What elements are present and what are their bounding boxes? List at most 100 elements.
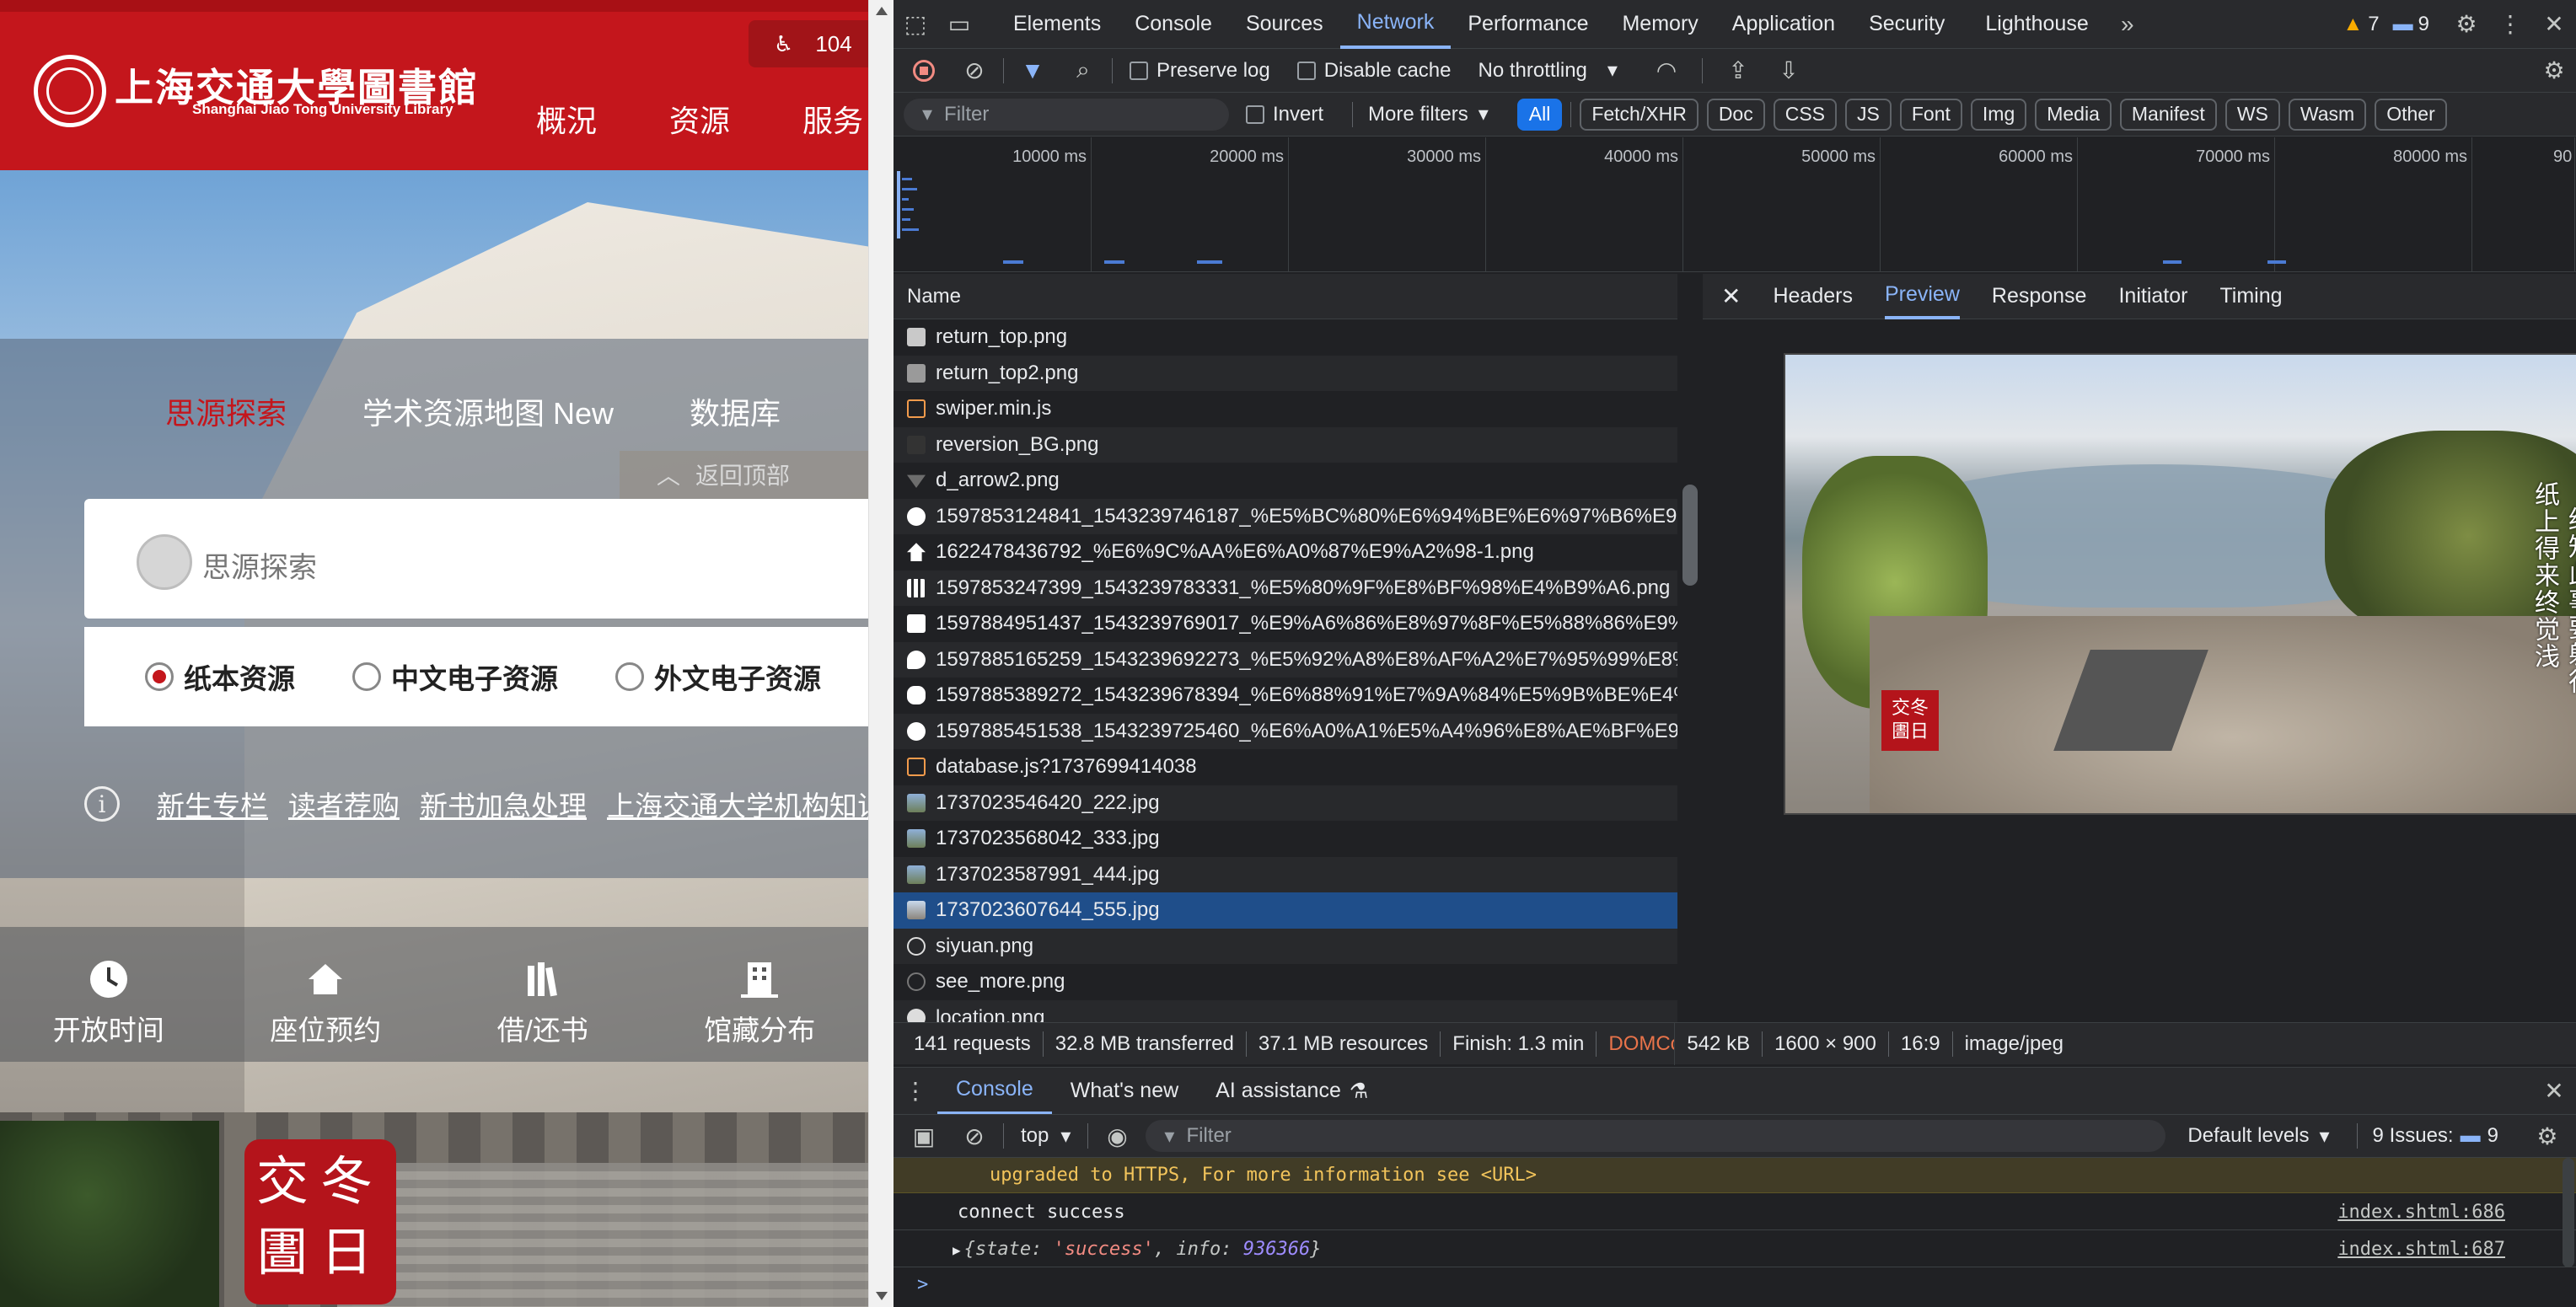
link-freshman[interactable]: 新生专栏 <box>157 784 268 824</box>
nav-resources[interactable]: 资源 <box>669 97 730 141</box>
clear-icon[interactable]: ⊘ <box>953 49 996 93</box>
quick-seat-booking[interactable]: 座位预约 <box>217 927 435 1062</box>
more-options-icon[interactable]: ⋮ <box>2488 3 2532 46</box>
messages-counter[interactable]: ▬ 9 <box>2393 13 2429 36</box>
request-row[interactable]: see_more.png <box>894 964 1702 1000</box>
winter-day-seal[interactable]: 交冬 圕日 <box>244 1139 396 1304</box>
tab-siyuan-explore[interactable]: 思源探索 <box>165 389 287 433</box>
library-name-en[interactable]: Shanghai Jiao Tong University Library <box>192 101 453 118</box>
tab-elements[interactable]: Elements <box>996 0 1118 49</box>
log-source-link[interactable]: index.shtml:687 <box>2337 1239 2505 1260</box>
import-har-icon[interactable]: ⇪ <box>1716 49 1760 93</box>
quick-borrow-return[interactable]: 借/还书 <box>434 927 652 1062</box>
request-row[interactable]: return_top2.png <box>894 355 1702 391</box>
request-row[interactable]: 1597853247399_1543239783331_%E5%80%9F%E8… <box>894 570 1702 606</box>
request-row[interactable]: reversion_BG.png <box>894 426 1702 463</box>
close-detail-icon[interactable]: ✕ <box>1721 282 1741 310</box>
scroll-up-arrow-icon[interactable] <box>876 7 888 15</box>
request-row[interactable]: swiper.min.js <box>894 391 1702 427</box>
tab-security[interactable]: Security <box>1852 0 1962 49</box>
request-row[interactable]: 1737023568042_333.jpg <box>894 821 1702 857</box>
drawer-tab-console[interactable]: Console <box>937 1068 1052 1115</box>
type-filter-other[interactable]: Other <box>2375 98 2447 131</box>
link-urgent-books[interactable]: 新书加急处理 <box>420 784 587 824</box>
nav-overview[interactable]: 概況 <box>536 97 597 141</box>
link-recommend[interactable]: 读者荐购 <box>288 784 400 824</box>
quick-collection-map[interactable]: 馆藏分布 <box>652 927 869 1062</box>
type-filter-img[interactable]: Img <box>1970 98 2027 131</box>
drawer-menu-icon[interactable]: ⋮ <box>894 1069 937 1113</box>
type-filter-css[interactable]: CSS <box>1773 98 1838 131</box>
device-toolbar-icon[interactable]: ▭ <box>937 3 981 46</box>
sidebar-toggle-icon[interactable]: ▣ <box>902 1114 946 1158</box>
back-to-top-button[interactable]: ︿ 返回顶部 <box>620 451 868 501</box>
more-tabs-icon[interactable]: » <box>2106 3 2149 46</box>
clear-console-icon[interactable]: ⊘ <box>953 1114 996 1158</box>
record-stop-icon[interactable] <box>902 49 946 93</box>
tab-memory[interactable]: Memory <box>1605 0 1715 49</box>
network-settings-icon[interactable]: ⚙ <box>2532 49 2576 93</box>
drawer-tab-ai[interactable]: AI assistance ⚗ <box>1197 1068 1387 1115</box>
preserve-log-checkbox[interactable]: Preserve log <box>1130 59 1270 83</box>
close-devtools-icon[interactable]: ✕ <box>2532 3 2576 46</box>
type-filter-media[interactable]: Media <box>2035 98 2112 131</box>
console-scrollbar[interactable] <box>2563 1158 2574 1267</box>
request-row[interactable]: return_top.png <box>894 319 1702 356</box>
nav-services[interactable]: 服务 <box>802 97 863 141</box>
request-row[interactable]: database.js?1737699414038 <box>894 749 1702 785</box>
close-drawer-icon[interactable]: ✕ <box>2532 1069 2576 1113</box>
column-header-name[interactable]: Name▴ <box>894 274 1702 319</box>
tab-headers[interactable]: Headers <box>1773 284 1853 308</box>
scroll-down-arrow-icon[interactable] <box>876 1292 888 1300</box>
disable-cache-checkbox[interactable]: Disable cache <box>1296 59 1451 83</box>
type-filter-font[interactable]: Font <box>1899 98 1962 131</box>
search-icon[interactable]: ⌕ <box>1061 49 1105 93</box>
issues-button[interactable]: 9 Issues: ▬ 9 <box>2373 1124 2498 1148</box>
radio-foreign-electronic[interactable]: 外文电子资源 <box>615 656 821 697</box>
request-row[interactable]: 1737023546420_222.jpg <box>894 785 1702 821</box>
radio-print[interactable]: 纸本资源 <box>145 656 295 697</box>
console-prompt-row[interactable]: > <box>894 1267 2576 1301</box>
tab-console[interactable]: Console <box>1118 0 1229 49</box>
request-row[interactable]: siyuan.png <box>894 928 1702 964</box>
drawer-tab-whats-new[interactable]: What's new <box>1052 1068 1197 1115</box>
request-row[interactable]: 1597884951437_1543239769017_%E9%A6%86%E8… <box>894 606 1702 642</box>
request-list-scrollbar[interactable] <box>1677 274 1703 1022</box>
tab-initiator[interactable]: Initiator <box>2118 284 2187 308</box>
invert-checkbox[interactable]: Invert <box>1246 103 1323 126</box>
log-levels-select[interactable]: Default levels ▾ <box>2187 1124 2329 1149</box>
accessibility-badge[interactable]: ♿ 104 <box>749 20 868 67</box>
tab-lighthouse[interactable]: Lighthouse <box>1968 0 2105 49</box>
network-timeline-overview[interactable]: 10000 ms 20000 ms 30000 ms 40000 ms 5000… <box>894 137 2576 272</box>
request-row[interactable]: 1737023587991_444.jpg <box>894 856 1702 892</box>
log-source-link[interactable]: index.shtml:686 <box>2337 1202 2505 1223</box>
warnings-counter[interactable]: ▲ 7 <box>2343 13 2380 36</box>
console-filter-input[interactable]: ▾ Filter <box>1146 1120 2166 1152</box>
console-settings-icon[interactable]: ⚙ <box>2525 1114 2569 1158</box>
tab-academic-map[interactable]: 学术资源地图 New <box>362 389 614 433</box>
tab-performance[interactable]: Performance <box>1451 0 1605 49</box>
network-conditions-icon[interactable]: ◠ <box>1645 49 1688 93</box>
tab-timing[interactable]: Timing <box>2219 284 2282 308</box>
settings-gear-icon[interactable]: ⚙ <box>2445 3 2488 46</box>
quick-opening-hours[interactable]: 开放时间 <box>0 927 217 1062</box>
request-row[interactable]: 1597885451538_1543239725460_%E6%A0%A1%E5… <box>894 713 1702 749</box>
radio-cn-electronic[interactable]: 中文电子资源 <box>352 656 558 697</box>
tab-response[interactable]: Response <box>1992 284 2087 308</box>
request-row-selected[interactable]: 1737023607644_555.jpg <box>894 892 1702 929</box>
live-expression-eye-icon[interactable]: ◉ <box>1095 1114 1139 1158</box>
library-emblem-icon[interactable] <box>34 55 106 127</box>
type-filter-doc[interactable]: Doc <box>1706 98 1765 131</box>
throttling-select[interactable]: No throttling ▾ <box>1478 58 1617 83</box>
filter-funnel-icon[interactable]: ▼ <box>1011 49 1055 93</box>
type-filter-wasm[interactable]: Wasm <box>2288 98 2367 131</box>
expand-triangle-icon[interactable]: ▶ <box>953 1242 961 1258</box>
type-filter-js[interactable]: JS <box>1845 98 1892 131</box>
log-object[interactable]: ▶ {state: 'success', info: 936366} <box>953 1239 1322 1260</box>
tab-databases[interactable]: 数据库 <box>690 389 781 433</box>
type-filter-fetch[interactable]: Fetch/XHR <box>1580 98 1699 131</box>
type-filter-ws[interactable]: WS <box>2224 98 2280 131</box>
request-row[interactable]: 1622478436792_%E6%9C%AA%E6%A0%87%E9%A2%9… <box>894 534 1702 570</box>
scroll-thumb[interactable] <box>1682 485 1698 586</box>
tab-application[interactable]: Application <box>1715 0 1852 49</box>
